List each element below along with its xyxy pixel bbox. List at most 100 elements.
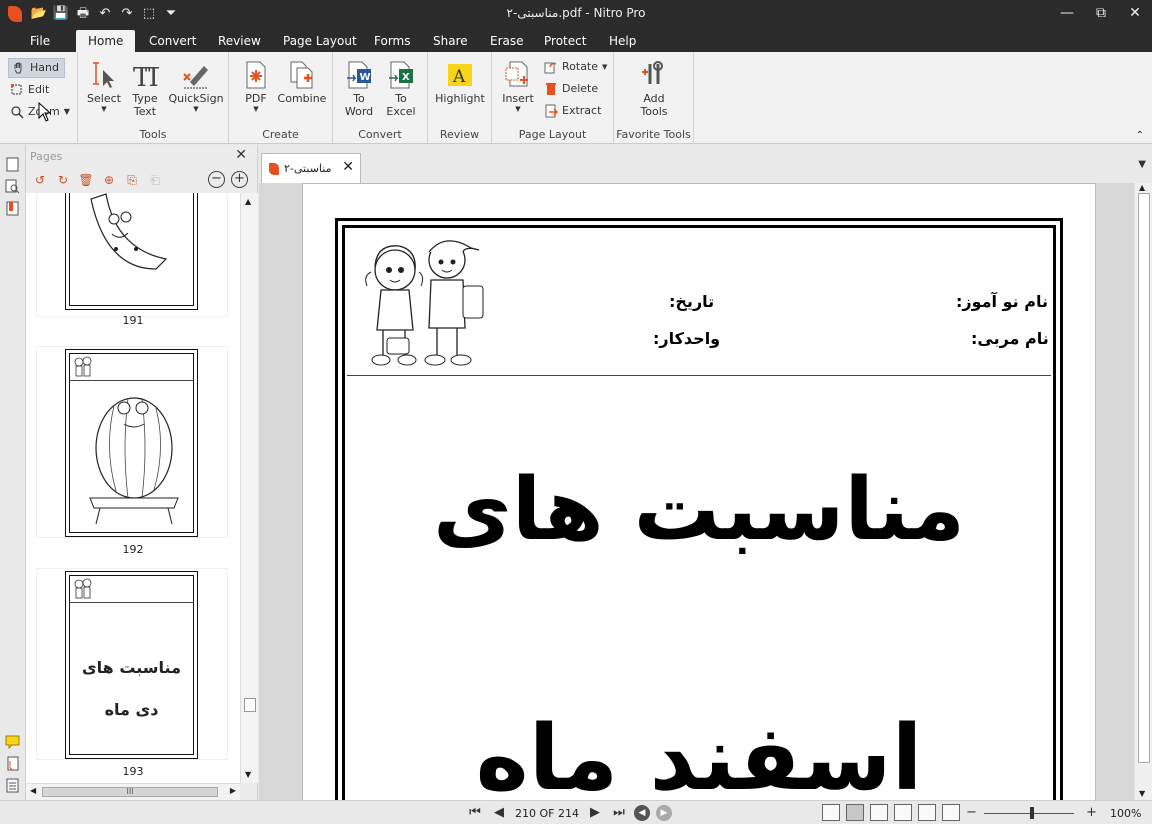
insert-button[interactable]: Insert ▼ xyxy=(498,60,538,113)
document-tab[interactable]: مناسبتی-۲ ✕ xyxy=(261,153,361,183)
page-navigation: ⏮ ◀ 210 OF 214 ▶ ⏭ ◀ ▶ xyxy=(466,804,672,822)
minimize-button[interactable]: — xyxy=(1050,0,1084,28)
single-page-view-icon[interactable] xyxy=(822,804,840,821)
thumbnail-page-193[interactable]: مناسبت های دی ماه xyxy=(65,571,198,759)
tab-help[interactable]: Help xyxy=(597,30,648,52)
zoom-in-icon[interactable]: + xyxy=(1086,805,1097,820)
delete-page-icon[interactable]: 🗑 xyxy=(78,172,94,188)
thumbnail-heading-line2: دی ماه xyxy=(104,700,159,719)
tab-protect[interactable]: Protect xyxy=(532,30,598,52)
scroll-down-icon[interactable]: ▼ xyxy=(245,770,251,779)
kids-illustration xyxy=(365,240,484,366)
highlight-label: Highlight xyxy=(435,92,485,105)
page-layout-group-label: Page Layout xyxy=(518,128,587,141)
status-bar: ⏮ ◀ 210 OF 214 ▶ ⏭ ◀ ▶ − + 100% xyxy=(0,800,1152,824)
to-excel-label-1: To xyxy=(395,92,407,105)
horizontal-scrollbar-thumb[interactable]: III xyxy=(42,787,218,797)
tab-forms[interactable]: Forms xyxy=(362,30,422,52)
rotate-right-icon[interactable]: ↻ xyxy=(55,172,71,188)
collapse-ribbon-icon[interactable]: ⌃ xyxy=(1136,130,1144,141)
thumbnail-card[interactable]: 191 xyxy=(36,193,228,327)
comments-panel-icon[interactable] xyxy=(5,734,20,750)
tab-share[interactable]: Share xyxy=(421,30,480,52)
attachments-panel-icon[interactable] xyxy=(5,756,20,771)
next-view-icon[interactable]: ▶ xyxy=(656,805,672,821)
page-layout-group: Insert ▼ Rotate ▼ Delete Extract Page La… xyxy=(492,52,614,144)
document-vertical-scrollbar[interactable]: ▲ ▼ xyxy=(1134,183,1152,800)
add-tools-button[interactable]: Add Tools xyxy=(632,60,676,118)
paste-page-icon[interactable]: ⎘ xyxy=(124,172,140,188)
type-text-button[interactable]: TT Type Text xyxy=(128,60,163,118)
next-page-icon[interactable]: ▶ xyxy=(586,804,604,822)
edit-label: Edit xyxy=(28,83,50,96)
scrollbar-thumb[interactable] xyxy=(244,698,256,712)
to-word-button[interactable]: W To Word xyxy=(341,60,377,118)
scroll-up-icon[interactable]: ▲ xyxy=(245,197,251,206)
thumbnail-page-191[interactable] xyxy=(65,193,198,310)
document-viewport[interactable]: نام نو آموز: تاریخ: نام مربی: واحدکار: م… xyxy=(259,183,1134,800)
close-pages-panel-icon[interactable]: ✕ xyxy=(235,147,247,163)
extract-button[interactable]: Extract xyxy=(544,101,601,121)
to-excel-button[interactable]: X To Excel xyxy=(383,60,419,118)
close-tab-icon[interactable]: ✕ xyxy=(342,159,354,175)
pdf-button[interactable]: PDF ▼ xyxy=(239,60,273,113)
thumbnail-vertical-scrollbar[interactable]: ▲ ▼ xyxy=(240,193,258,783)
tab-file[interactable]: File xyxy=(18,30,62,52)
fit-page-icon[interactable] xyxy=(942,804,960,821)
extract-page-icon[interactable]: ⎗ xyxy=(147,172,163,188)
pages-toolbar: ↺ ↻ 🗑 ⊕ ⎘ ⎗ xyxy=(32,172,163,188)
doc-scroll-up-icon[interactable]: ▲ xyxy=(1139,183,1145,192)
continuous-view-icon[interactable] xyxy=(846,804,864,821)
add-tools-label-1: Add xyxy=(643,92,665,105)
unit-field: واحدکار: xyxy=(653,329,721,348)
highlight-button[interactable]: A Highlight xyxy=(432,60,488,105)
hand-button[interactable]: Hand xyxy=(8,58,65,78)
last-page-icon[interactable]: ⏭ xyxy=(610,804,628,822)
edit-button[interactable]: Edit xyxy=(10,80,49,100)
pages-panel-icon[interactable] xyxy=(5,157,20,172)
quicksign-button[interactable]: QuickSign ▼ xyxy=(168,60,224,113)
thumbnail-horizontal-scrollbar[interactable]: ◀ III ▶ xyxy=(26,783,240,800)
facing-continuous-view-icon[interactable] xyxy=(894,804,912,821)
search-panel-icon[interactable] xyxy=(5,179,20,194)
scroll-left-icon[interactable]: ◀ xyxy=(30,786,36,795)
page-number-field[interactable]: 210 OF 214 xyxy=(514,807,580,820)
thumbnail-zoom-in-icon[interactable]: + xyxy=(231,171,248,188)
delete-button[interactable]: Delete xyxy=(544,79,598,99)
thumbnail-card[interactable]: 192 xyxy=(36,346,228,556)
tab-review[interactable]: Review xyxy=(206,30,273,52)
tab-erase[interactable]: Erase xyxy=(478,30,536,52)
tab-list-dropdown-icon[interactable]: ▼ xyxy=(1138,159,1146,170)
rotate-left-icon[interactable]: ↺ xyxy=(32,172,48,188)
facing-view-icon[interactable] xyxy=(870,804,888,821)
tab-page-layout[interactable]: Page Layout xyxy=(271,30,369,52)
doc-scrollbar-thumb[interactable] xyxy=(1138,193,1150,763)
close-button[interactable]: ✕ xyxy=(1118,0,1152,28)
restore-button[interactable]: ⧉ xyxy=(1084,0,1118,28)
thumbnail-zoom-out-icon[interactable]: − xyxy=(208,171,225,188)
view-group: Hand Edit Zoom ▼ xyxy=(0,52,78,144)
tab-home[interactable]: Home xyxy=(76,30,136,52)
thumbnail-page-192[interactable] xyxy=(65,349,198,537)
zoom-level[interactable]: 100% xyxy=(1110,807,1141,820)
insert-page-small-icon[interactable]: ⊕ xyxy=(101,172,117,188)
fit-width-icon[interactable] xyxy=(918,804,936,821)
zoom-out-icon[interactable]: − xyxy=(966,805,977,820)
zoom-slider[interactable]: − + xyxy=(966,805,1097,821)
select-button[interactable]: Select ▼ xyxy=(86,60,122,113)
first-page-icon[interactable]: ⏮ xyxy=(466,804,484,822)
to-word-label-1: To xyxy=(353,92,365,105)
previous-view-icon[interactable]: ◀ xyxy=(634,805,650,821)
pdf-dropdown-icon: ▼ xyxy=(253,105,259,113)
bookmarks-panel-icon[interactable] xyxy=(5,201,20,216)
zoom-slider-knob[interactable] xyxy=(1030,807,1034,819)
output-panel-icon[interactable] xyxy=(5,778,20,793)
combine-button[interactable]: Combine xyxy=(277,60,327,105)
scroll-right-icon[interactable]: ▶ xyxy=(230,786,236,795)
rotate-button[interactable]: Rotate ▼ xyxy=(544,57,607,77)
tab-convert[interactable]: Convert xyxy=(137,30,208,52)
header-divider xyxy=(347,375,1051,376)
thumbnail-card[interactable]: مناسبت های دی ماه 193 xyxy=(36,568,228,778)
doc-scroll-down-icon[interactable]: ▼ xyxy=(1139,789,1145,798)
previous-page-icon[interactable]: ◀ xyxy=(490,804,508,822)
